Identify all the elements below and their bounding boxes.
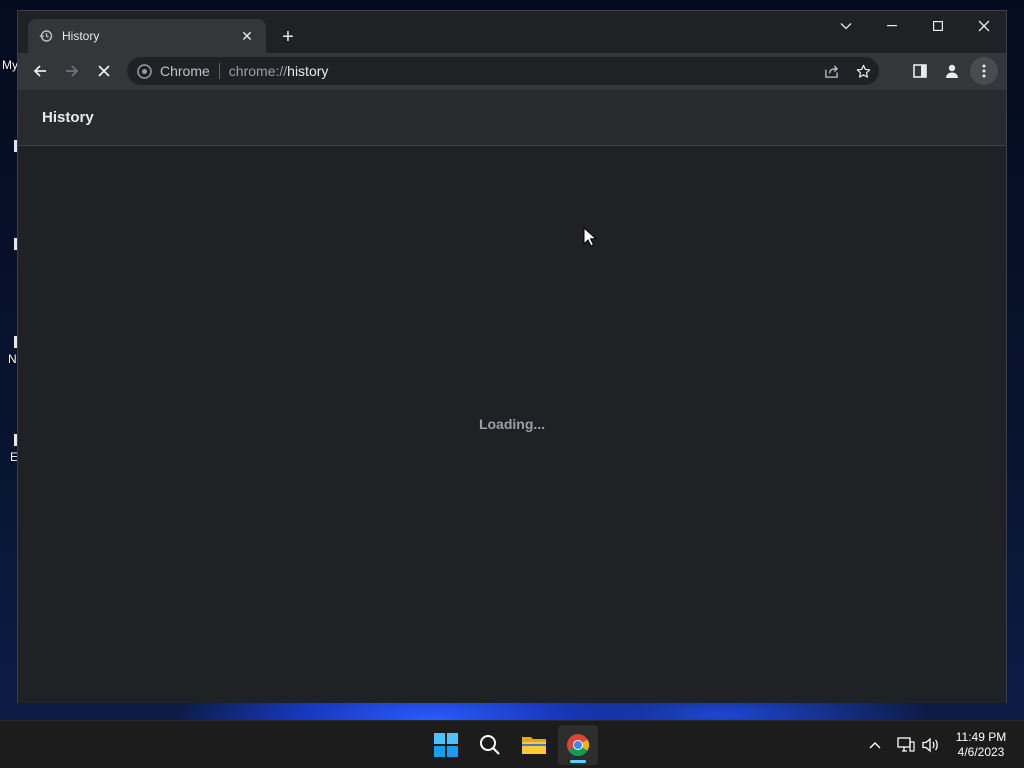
desktop-icon-label[interactable]: N <box>8 352 17 366</box>
loading-text: Loading... <box>478 416 546 432</box>
forward-arrow-icon <box>66 65 79 77</box>
browser-toolbar: Chrome chrome:// history <box>18 53 1006 90</box>
bookmark-button[interactable] <box>847 57 879 85</box>
share-icon <box>824 64 838 78</box>
search-icon <box>480 735 500 755</box>
chrome-logo-icon <box>137 63 152 79</box>
stop-loading-icon <box>98 65 110 77</box>
share-button[interactable] <box>815 57 847 85</box>
history-page-header: History <box>18 90 1006 146</box>
start-icon <box>434 733 458 757</box>
active-app-indicator <box>570 760 586 763</box>
desktop-icon-label[interactable]: My <box>2 58 18 72</box>
side-panel-button[interactable] <box>906 57 934 85</box>
file-explorer-icon <box>522 737 546 754</box>
clock-time: 11:49 PM <box>955 730 1007 744</box>
stop-loading-button[interactable] <box>90 57 118 85</box>
history-icon <box>38 28 54 44</box>
url-scheme: chrome:// <box>228 63 288 79</box>
chrome-window: History ✕ + Chrome chrome:// history His… <box>17 10 1007 703</box>
omnibox-divider <box>218 63 220 79</box>
clock-date: 4/6/2023 <box>957 745 1005 759</box>
site-chip-label: Chrome <box>160 63 210 79</box>
show-hidden-icons-button[interactable] <box>863 733 887 757</box>
maximize-icon <box>933 21 943 31</box>
kebab-menu-icon <box>982 64 986 78</box>
history-page-content: Loading... <box>18 147 1006 703</box>
taskbar-clock[interactable]: 11:49 PM 4/6/2023 <box>946 730 1016 760</box>
page-title: History <box>42 109 94 126</box>
close-window-button[interactable] <box>961 11 1007 41</box>
chevron-up-icon <box>869 742 881 749</box>
chrome-taskbar-button[interactable] <box>558 725 598 765</box>
menu-button[interactable] <box>970 57 998 85</box>
close-tab-button[interactable]: ✕ <box>238 27 256 45</box>
close-icon <box>978 20 990 32</box>
tab-search-icon <box>840 23 852 30</box>
mouse-cursor-icon <box>583 227 597 247</box>
file-explorer-button[interactable] <box>514 725 554 765</box>
network-button[interactable] <box>894 733 918 757</box>
site-chip[interactable]: Chrome <box>137 63 210 79</box>
profile-icon <box>946 64 958 78</box>
new-tab-button[interactable]: + <box>276 25 300 49</box>
tab-title: History <box>62 29 100 43</box>
star-icon <box>856 64 870 78</box>
volume-icon <box>922 737 938 753</box>
maximize-button[interactable] <box>915 11 961 41</box>
volume-button[interactable] <box>919 733 943 757</box>
taskbar: 11:49 PM 4/6/2023 <box>0 720 1024 768</box>
network-icon <box>897 737 915 752</box>
minimize-button[interactable] <box>869 11 915 41</box>
search-button[interactable] <box>470 725 510 765</box>
start-button[interactable] <box>426 725 466 765</box>
profile-button[interactable] <box>938 57 966 85</box>
minimize-icon <box>887 25 897 27</box>
side-panel-icon <box>913 64 927 78</box>
back-arrow-icon <box>33 65 46 77</box>
tab-search-button[interactable] <box>823 11 869 41</box>
forward-button[interactable] <box>58 57 86 85</box>
address-bar[interactable]: Chrome chrome:// history <box>127 57 879 85</box>
chrome-icon <box>567 734 589 756</box>
title-bar[interactable]: History ✕ + <box>18 11 1006 53</box>
back-button[interactable] <box>26 57 54 85</box>
url-host: history <box>287 63 329 79</box>
tab-history[interactable]: History ✕ <box>28 19 266 53</box>
